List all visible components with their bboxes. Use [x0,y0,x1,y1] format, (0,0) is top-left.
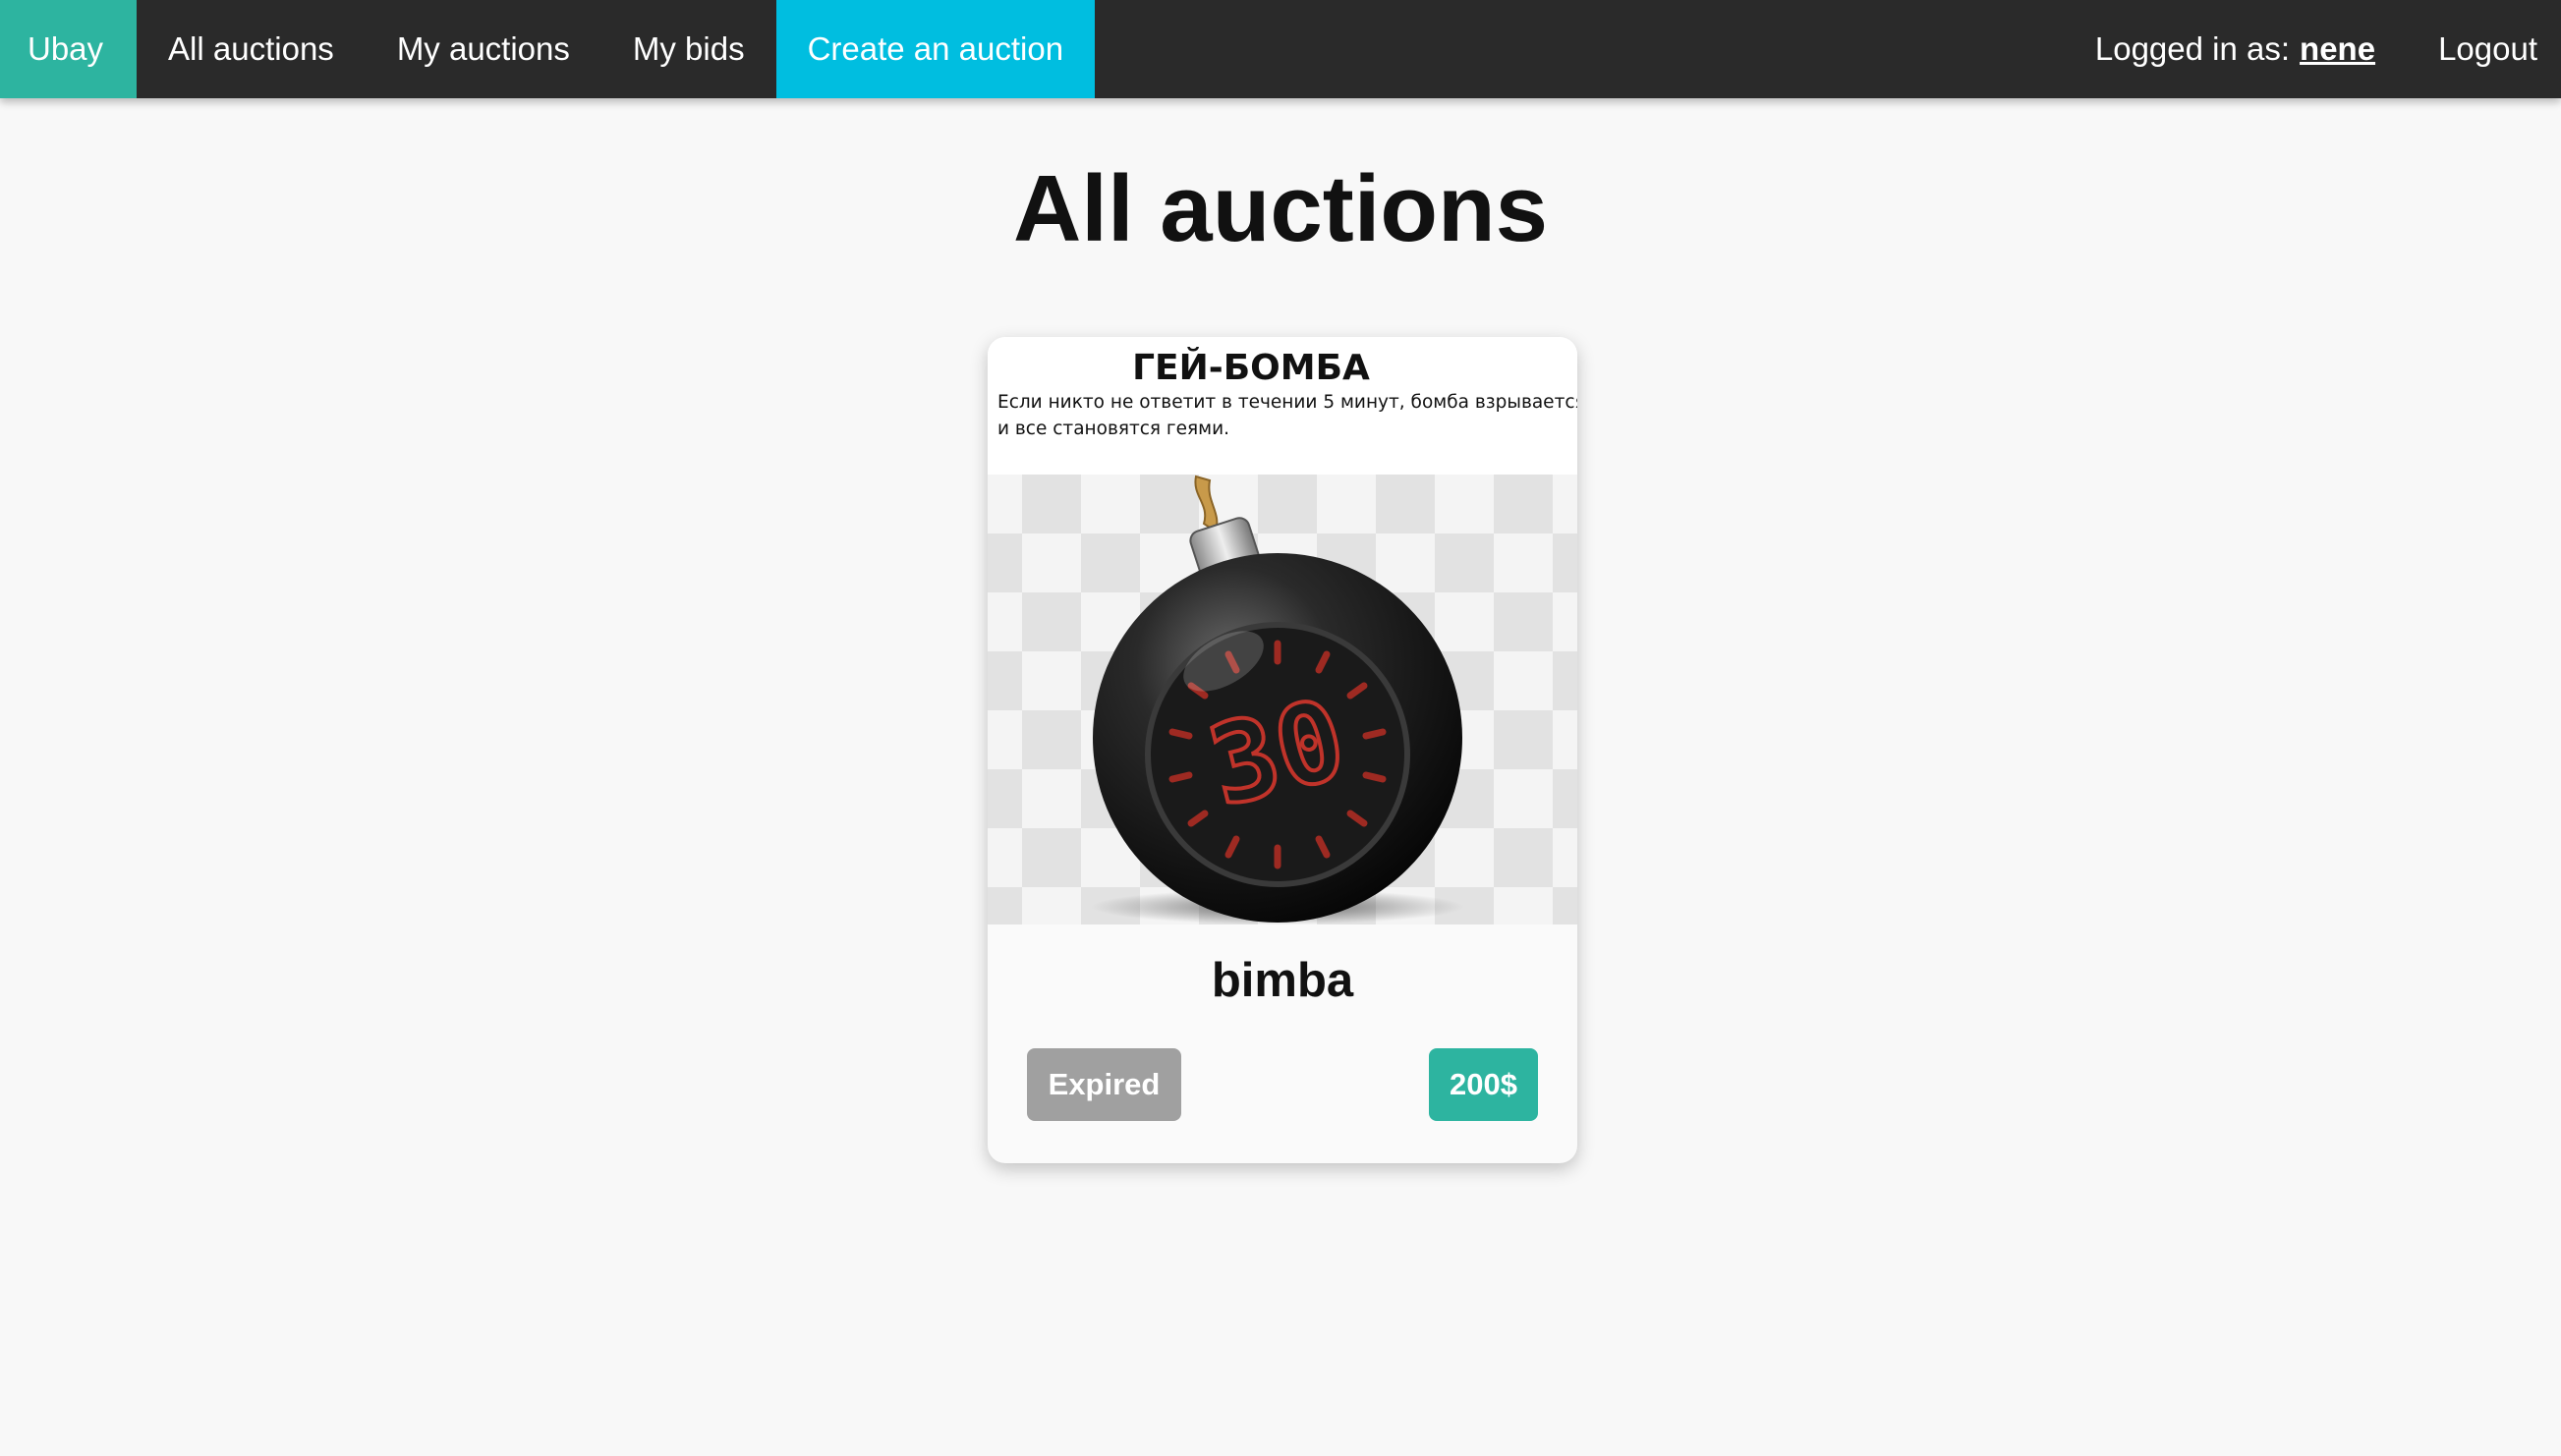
auction-title[interactable]: bimba [988,953,1577,1008]
auction-image: ГЕЙ-БОМБА Если никто не ответит в течени… [988,337,1577,924]
brand-link[interactable]: Ubay [0,0,138,98]
image-caption-title: ГЕЙ-БОМБА [1132,347,1370,388]
logged-in-info: Logged in as: nene [2064,0,2438,98]
username-link[interactable]: nene [2300,30,2375,68]
nav-all-auctions[interactable]: All auctions [137,0,366,98]
nav-my-bids[interactable]: My bids [601,0,776,98]
image-caption-line-2: и все становятся геями. [997,419,1229,439]
logged-in-label: Logged in as: [2094,30,2291,67]
page-title: All auctions [1012,156,1549,261]
status-badge: Expired [1027,1048,1181,1121]
image-caption-line-1: Если никто не ответит в течении 5 минут,… [997,392,1577,413]
nav-my-auctions[interactable]: My auctions [366,0,601,98]
nav-create-auction[interactable]: Create an auction [775,0,1096,98]
top-navbar: Ubay All auctions My auctions My bids Cr… [0,0,2561,98]
auction-card[interactable]: ГЕЙ-БОМБА Если никто не ответит в течени… [988,337,1577,1163]
price-badge: 200$ [1429,1048,1538,1121]
logout-link[interactable]: Logout [2438,0,2561,98]
